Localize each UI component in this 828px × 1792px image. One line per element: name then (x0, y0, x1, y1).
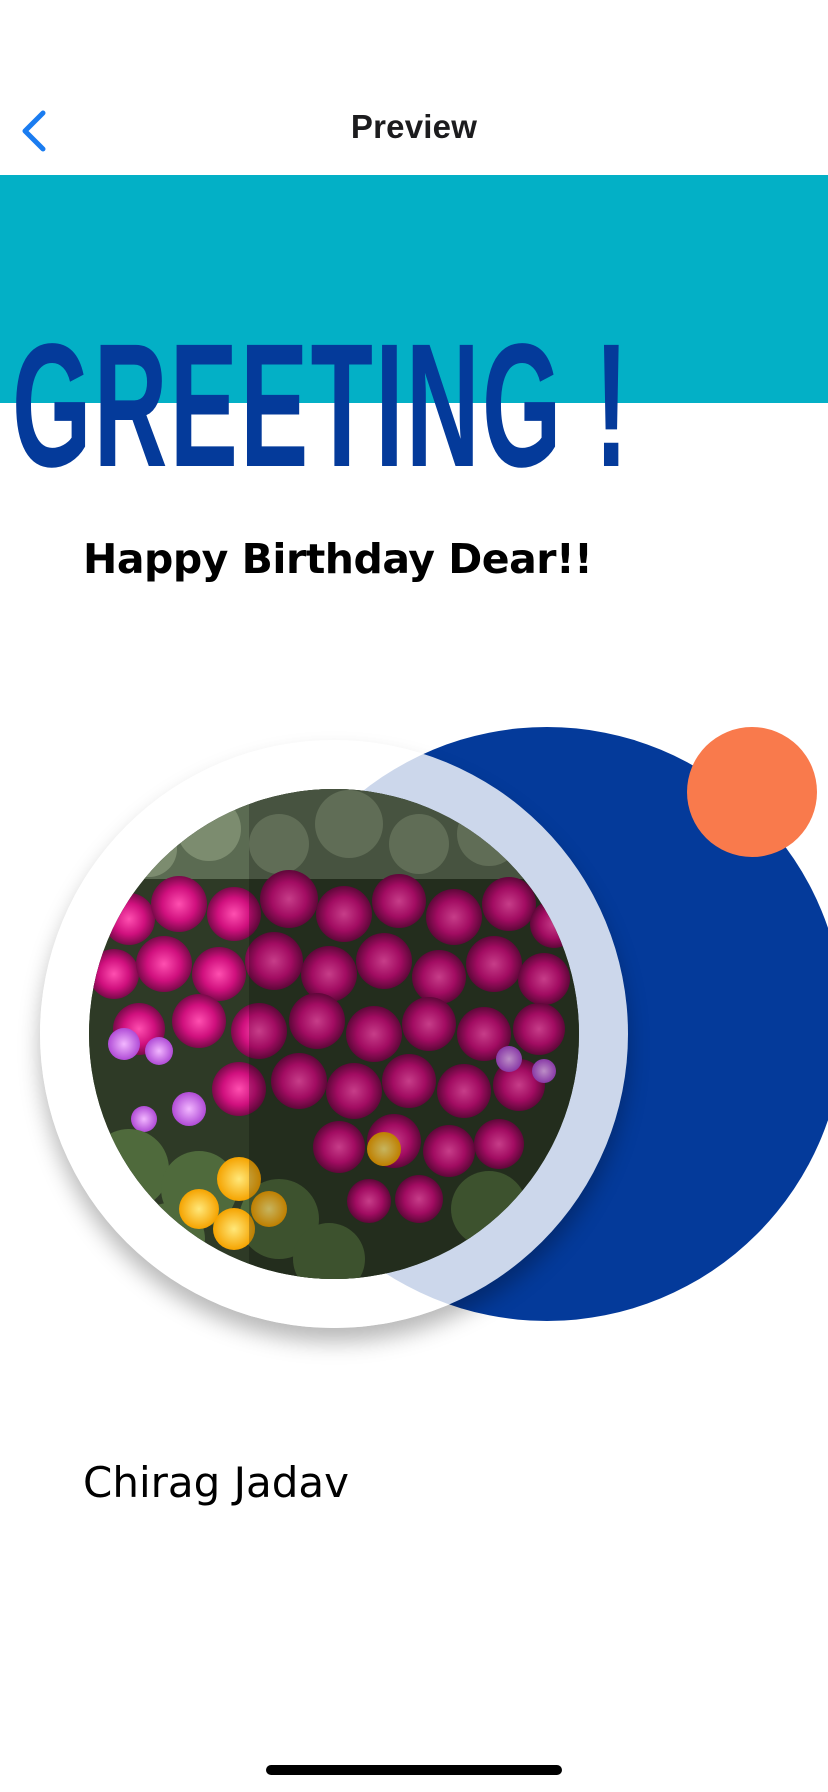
photo-frame-tint (40, 740, 628, 1328)
decorative-orange-dot (687, 727, 817, 857)
nav-bar: Preview (0, 88, 828, 174)
home-indicator[interactable] (266, 1765, 562, 1775)
photo-frame (40, 740, 628, 1328)
greeting-heading: GREETING ! (12, 308, 631, 504)
author-name: Chirag Jadav (83, 1458, 350, 1507)
greeting-message: Happy Birthday Dear!! (83, 535, 593, 583)
page-title: Preview (350, 108, 478, 145)
preview-screen: Preview GREETING ! Happy Birthday Dear!! (0, 0, 828, 1792)
